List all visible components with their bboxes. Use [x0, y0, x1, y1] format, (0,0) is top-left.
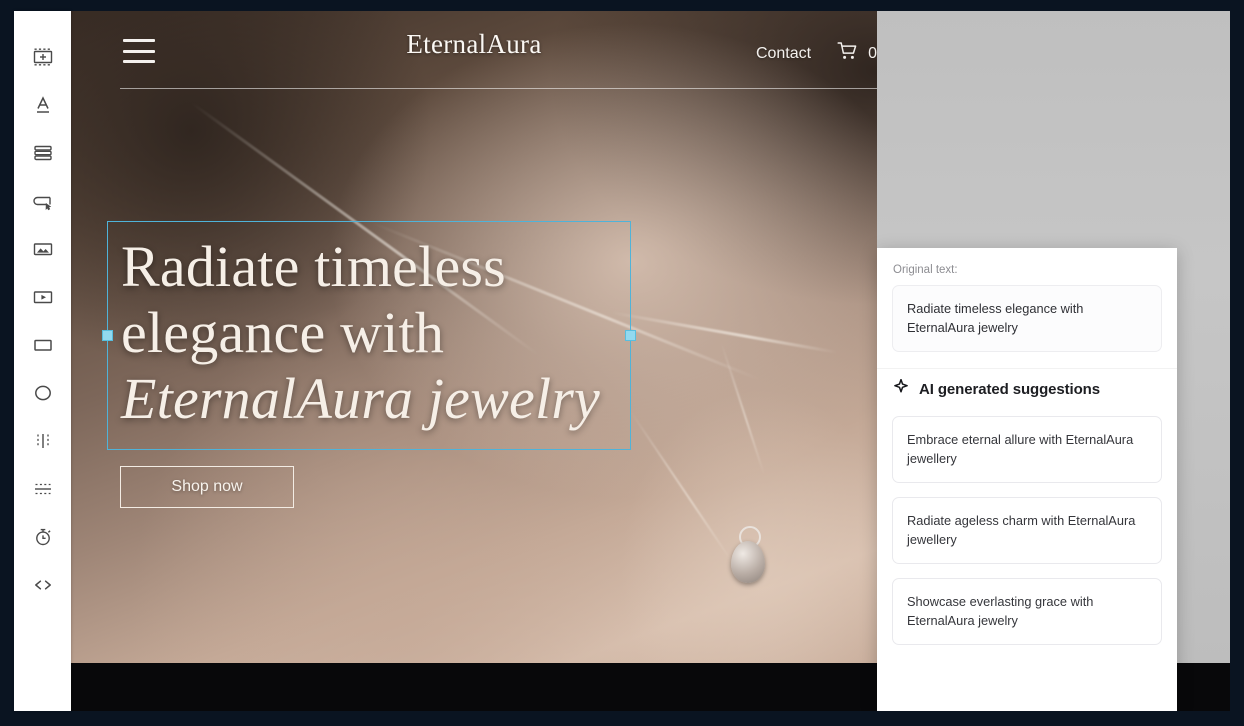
nav-divider	[120, 88, 877, 89]
necklace-chain	[720, 341, 766, 476]
original-text-label: Original text:	[893, 264, 958, 276]
site-top-nav: EternalAura Contact 0	[71, 11, 877, 89]
ai-suggestions-heading: AI generated suggestions	[919, 381, 1100, 398]
button-link-icon[interactable]	[21, 177, 65, 225]
cart-button[interactable]: 0	[837, 41, 877, 66]
headline-line-2: elegance with	[121, 300, 445, 365]
timer-icon[interactable]	[21, 513, 65, 561]
hamburger-bar	[123, 60, 155, 63]
add-section-icon[interactable]	[21, 33, 65, 81]
pendant-charm	[731, 541, 765, 583]
resize-handle-west[interactable]	[102, 329, 113, 341]
suggestion-card[interactable]: Radiate ageless charm with EternalAura j…	[892, 497, 1162, 564]
ai-suggestions-panel[interactable]: Original text: Radiate timeless elegance…	[877, 248, 1177, 711]
nav-right-group: Contact 0	[756, 41, 877, 66]
headline-line-1: Radiate timeless	[121, 234, 506, 299]
text-icon[interactable]	[21, 81, 65, 129]
ai-suggestions-heading-row: AI generated suggestions	[893, 378, 1162, 400]
embed-code-icon[interactable]	[21, 561, 65, 609]
nav-link-contact[interactable]: Contact	[756, 45, 811, 63]
app-root: EternalAura Contact 0 Radiate timeless e…	[0, 0, 1244, 726]
hero-headline[interactable]: Radiate timeless elegance with EternalAu…	[121, 234, 621, 432]
left-tool-rail	[14, 11, 71, 711]
cart-count: 0	[868, 44, 877, 62]
resize-handle-east[interactable]	[625, 329, 636, 341]
headline-selection-box[interactable]: Radiate timeless elegance with EternalAu…	[102, 221, 636, 450]
ellipse-icon[interactable]	[21, 369, 65, 417]
divider-vertical-icon[interactable]	[21, 417, 65, 465]
spacer-icon[interactable]	[21, 465, 65, 513]
headline-accent-line: EternalAura jewelry	[121, 366, 600, 431]
design-canvas[interactable]: EternalAura Contact 0 Radiate timeless e…	[71, 11, 1230, 711]
original-text-box: Radiate timeless elegance with EternalAu…	[892, 285, 1162, 352]
site-preview-viewport[interactable]: EternalAura Contact 0 Radiate timeless e…	[71, 11, 877, 663]
sparkle-icon	[893, 378, 909, 400]
suggestion-card[interactable]: Embrace eternal allure with EternalAura …	[892, 416, 1162, 483]
image-icon[interactable]	[21, 225, 65, 273]
layers-icon[interactable]	[21, 129, 65, 177]
shop-now-button[interactable]: Shop now	[120, 466, 294, 508]
suggestion-card[interactable]: Showcase everlasting grace with EternalA…	[892, 578, 1162, 645]
box-icon[interactable]	[21, 321, 65, 369]
panel-divider	[877, 368, 1177, 369]
necklace-chain	[630, 411, 733, 562]
video-icon[interactable]	[21, 273, 65, 321]
shopping-cart-icon	[837, 41, 859, 66]
